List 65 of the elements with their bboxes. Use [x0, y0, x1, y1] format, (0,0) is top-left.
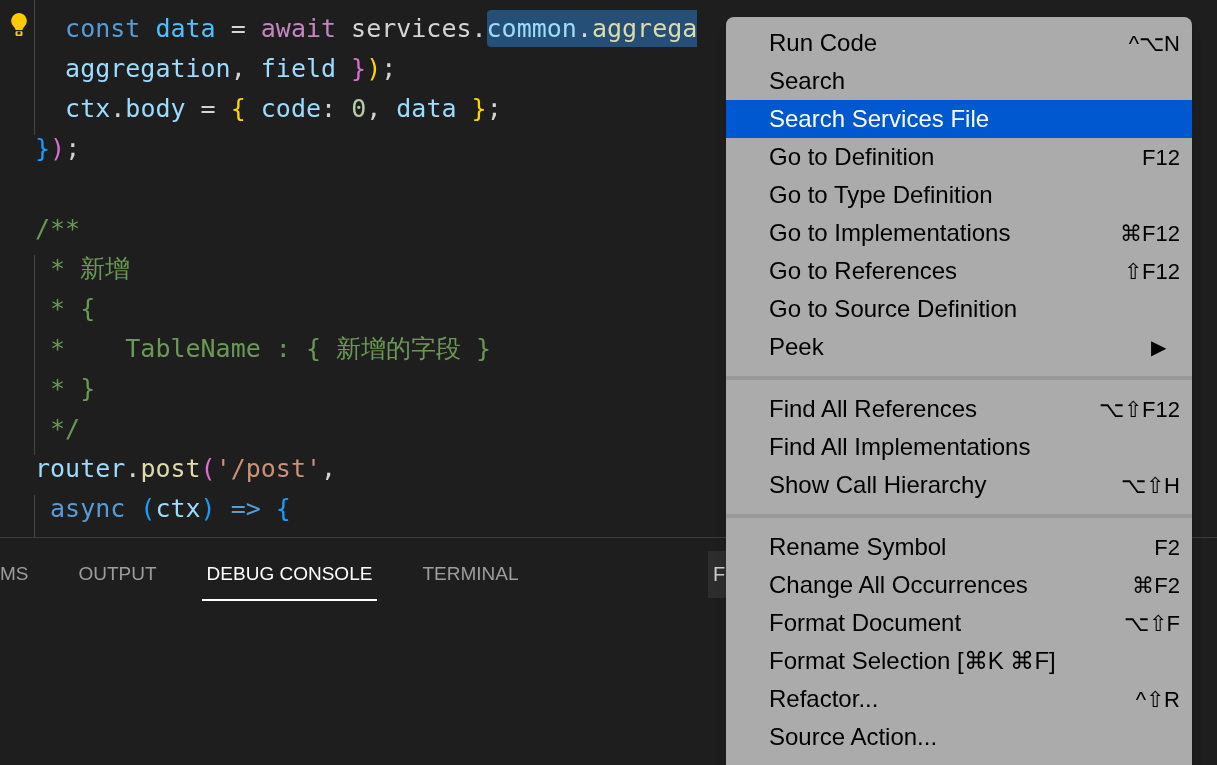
menu-item-label: Search Services File	[769, 104, 990, 134]
menu-item-label: Go to References	[769, 256, 958, 286]
panel-tab[interactable]: TERMINAL	[417, 560, 524, 601]
menu-item-label: Go to Type Definition	[769, 180, 993, 210]
menu-item-label: Find All Implementations	[769, 432, 1031, 462]
shortcut-label: ⇧F12	[1124, 257, 1180, 286]
menu-item[interactable]: Find All References ⌥⇧F12	[726, 390, 1192, 428]
menu-item-label: Run Code	[769, 28, 878, 58]
menu-item[interactable]: Rename Symbol F2	[726, 528, 1192, 566]
menu-item[interactable]: Search Services File	[726, 100, 1192, 138]
shortcut-label: ^⌥N	[1128, 29, 1180, 58]
panel-tab[interactable]: OUTPUT	[73, 560, 162, 601]
menu-item-label: Source Action...	[769, 722, 938, 752]
menu-item-label: Go to Definition	[769, 142, 935, 172]
panel-tab[interactable]: MS	[0, 560, 34, 601]
menu-item[interactable]: Refactor... ^⇧R	[726, 680, 1192, 718]
menu-item[interactable]: Go to Type Definition	[726, 176, 1192, 214]
code-comment: /**	[35, 213, 81, 245]
menu-item[interactable]: Show Call Hierarchy ⌥⇧H	[726, 466, 1192, 504]
menu-item-label: Refactor...	[769, 684, 879, 714]
menu-item-label: Go to Source Definition	[769, 294, 1018, 324]
menu-item[interactable]: Go to Source Definition	[726, 290, 1192, 328]
code-comment: * {	[49, 293, 96, 325]
code-line: ctx.body = { code: 0, data };	[64, 93, 502, 125]
panel-tab[interactable]: DEBUG CONSOLE	[201, 560, 378, 601]
menu-item[interactable]: Find All Implementations	[726, 428, 1192, 466]
shortcut-label: ⌘F2	[1132, 571, 1180, 600]
menu-item-label: Format Document	[769, 608, 962, 638]
menu-item[interactable]: Format Document ⌥⇧F	[726, 604, 1192, 642]
menu-item-label: Show Call Hierarchy	[769, 470, 987, 500]
input-field[interactable]: F	[708, 551, 726, 598]
menu-item[interactable]: Go to References ⇧F12	[726, 252, 1192, 290]
menu-item-label: Rename Symbol	[769, 532, 947, 562]
menu-item-label: Search	[769, 66, 846, 96]
shortcut-label: ^⇧R	[1135, 685, 1180, 714]
menu-item[interactable]: Go to Definition F12	[726, 138, 1192, 176]
code-line: router.post('/post',	[35, 453, 337, 485]
code-comment: * 新增	[49, 253, 131, 285]
code-line: aggregation, field });	[64, 53, 397, 85]
shortcut-label: ⌥⇧F	[1123, 609, 1180, 638]
menu-item-label: Change All Occurrences	[769, 570, 1028, 600]
shortcut-label: ⌘F12	[1120, 219, 1180, 248]
shortcut-label: F12	[1142, 143, 1180, 172]
code-line: async (ctx) => {	[49, 493, 291, 525]
menu-item[interactable]: Go to Implementations ⌘F12	[726, 214, 1192, 252]
lightbulb-icon[interactable]	[10, 12, 28, 38]
code-comment: */	[49, 413, 81, 445]
menu-item-label: Go to Implementations	[769, 218, 1011, 248]
code-line: const data = await services.common.aggrega	[35, 9, 698, 49]
code-comment: * TableName : { 新增的字段 }	[49, 333, 492, 365]
menu-item-label: Format Selection [⌘K ⌘F]	[769, 646, 1056, 676]
menu-item[interactable]: Run Code ^⌥N	[726, 24, 1192, 62]
shortcut-label: F2	[1154, 533, 1180, 562]
menu-item-label: Peek	[769, 332, 824, 362]
submenu-arrow-icon: ▶	[1151, 332, 1180, 362]
menu-item[interactable]: Search	[726, 62, 1192, 100]
shortcut-label: ⌥⇧H	[1121, 471, 1180, 500]
code-comment: * }	[49, 373, 96, 405]
menu-item-label: Find All References	[769, 394, 978, 424]
menu-item[interactable]: Format Selection [⌘K ⌘F]	[726, 642, 1192, 680]
code-line: });	[35, 133, 81, 165]
menu-item[interactable]: Source Action...	[726, 718, 1192, 756]
menu-item[interactable]: Peek ▶	[726, 328, 1192, 366]
shortcut-label: ⌥⇧F12	[1099, 395, 1180, 424]
menu-item[interactable]: Change All Occurrences ⌘F2	[726, 566, 1192, 604]
